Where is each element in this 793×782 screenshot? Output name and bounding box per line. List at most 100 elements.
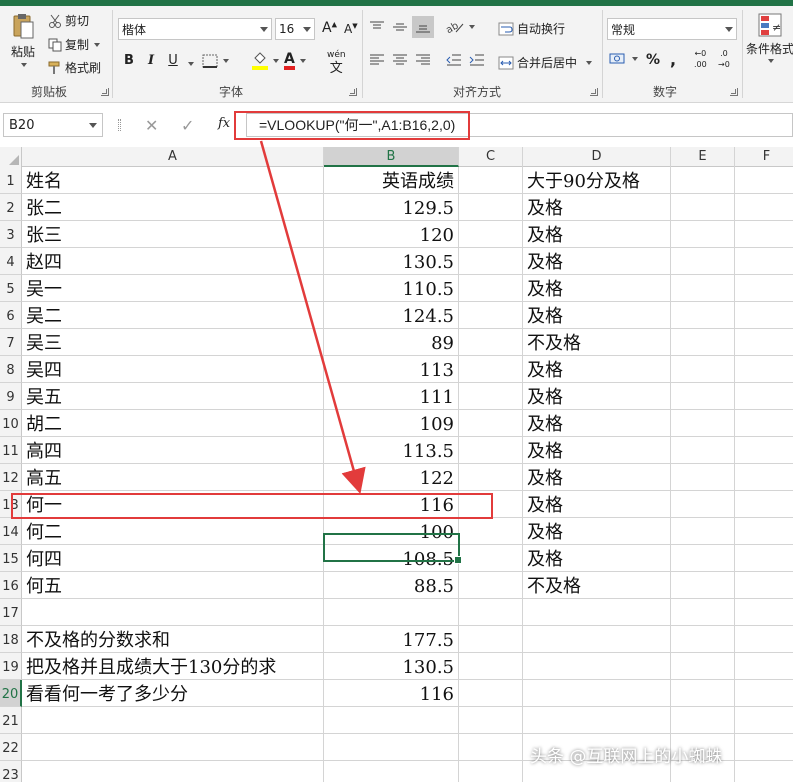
- cell-b[interactable]: 124.5: [324, 302, 459, 329]
- row-header[interactable]: 18: [0, 626, 22, 653]
- cell-b[interactable]: 130.5: [324, 248, 459, 275]
- cell-d[interactable]: 及格: [523, 356, 671, 383]
- cell-c[interactable]: [459, 572, 523, 599]
- paste-dropdown-icon[interactable]: [21, 63, 27, 67]
- row-header[interactable]: 21: [0, 707, 22, 734]
- cell-f[interactable]: [735, 248, 793, 275]
- cell-f[interactable]: [735, 356, 793, 383]
- conditional-formatting-button[interactable]: ≠ 条件格式: [746, 12, 793, 63]
- cell-d[interactable]: 及格: [523, 437, 671, 464]
- cell-a[interactable]: 何四: [22, 545, 324, 572]
- cell-d[interactable]: 及格: [523, 194, 671, 221]
- cell-f[interactable]: [735, 329, 793, 356]
- decrease-decimal-button[interactable]: .0 →0: [718, 50, 730, 69]
- row-header[interactable]: 23: [0, 761, 22, 782]
- cell-b[interactable]: 177.5: [324, 626, 459, 653]
- underline-dropdown-icon[interactable]: [188, 62, 194, 66]
- row-header[interactable]: 15: [0, 545, 22, 572]
- cell-a[interactable]: [22, 734, 324, 761]
- cell-d[interactable]: 不及格: [523, 572, 671, 599]
- cell-d[interactable]: [523, 680, 671, 707]
- cell-c[interactable]: [459, 356, 523, 383]
- fill-color-button[interactable]: [252, 52, 279, 70]
- cell-f[interactable]: [735, 653, 793, 680]
- cell-a[interactable]: 吴二: [22, 302, 324, 329]
- cell-e[interactable]: [671, 275, 735, 302]
- align-middle-button[interactable]: [392, 20, 408, 34]
- cell-c[interactable]: [459, 761, 523, 782]
- cell-a[interactable]: 高四: [22, 437, 324, 464]
- formula-bar-grip[interactable]: [118, 119, 121, 131]
- cell-a[interactable]: 高五: [22, 464, 324, 491]
- cell-d[interactable]: 及格: [523, 491, 671, 518]
- row-header[interactable]: 9: [0, 383, 22, 410]
- phonetic-button[interactable]: wén 文: [327, 50, 346, 75]
- row-header[interactable]: 1: [0, 167, 22, 194]
- cell-f[interactable]: [735, 167, 793, 194]
- cell-c[interactable]: [459, 545, 523, 572]
- cell-f[interactable]: [735, 518, 793, 545]
- cell-b[interactable]: 122: [324, 464, 459, 491]
- cell-c[interactable]: [459, 464, 523, 491]
- cell-c[interactable]: [459, 653, 523, 680]
- cell-e[interactable]: [671, 194, 735, 221]
- cell-a[interactable]: 吴四: [22, 356, 324, 383]
- cell-f[interactable]: [735, 734, 793, 761]
- cell-c[interactable]: [459, 221, 523, 248]
- cell-e[interactable]: [671, 221, 735, 248]
- italic-button[interactable]: I: [141, 52, 161, 70]
- row-header[interactable]: 10: [0, 410, 22, 437]
- number-format-select[interactable]: 常规: [607, 18, 737, 40]
- cell-e[interactable]: [671, 626, 735, 653]
- cell-b[interactable]: 108.5: [324, 545, 459, 572]
- row-header[interactable]: 8: [0, 356, 22, 383]
- column-header-f[interactable]: F: [735, 147, 793, 167]
- cell-f[interactable]: [735, 383, 793, 410]
- wrap-text-button[interactable]: 自动换行: [498, 20, 565, 37]
- cell-b[interactable]: [324, 707, 459, 734]
- cell-a[interactable]: 胡二: [22, 410, 324, 437]
- cell-f[interactable]: [735, 707, 793, 734]
- cell-a[interactable]: [22, 599, 324, 626]
- row-header[interactable]: 16: [0, 572, 22, 599]
- row-header[interactable]: 13: [0, 491, 22, 518]
- cell-c[interactable]: [459, 275, 523, 302]
- cell-f[interactable]: [735, 572, 793, 599]
- cell-e[interactable]: [671, 167, 735, 194]
- cell-a[interactable]: [22, 761, 324, 782]
- row-header[interactable]: 5: [0, 275, 22, 302]
- cell-a[interactable]: 张二: [22, 194, 324, 221]
- cell-d[interactable]: 及格: [523, 221, 671, 248]
- cell-d[interactable]: 不及格: [523, 329, 671, 356]
- cell-b[interactable]: 88.5: [324, 572, 459, 599]
- row-header[interactable]: 20: [0, 680, 22, 707]
- align-center-button[interactable]: [392, 54, 408, 66]
- cell-d[interactable]: 及格: [523, 302, 671, 329]
- cell-b[interactable]: 113.5: [324, 437, 459, 464]
- cancel-entry-button[interactable]: ✕: [145, 116, 158, 135]
- cell-a[interactable]: 吴三: [22, 329, 324, 356]
- cell-d[interactable]: [523, 626, 671, 653]
- copy-button[interactable]: 复制: [48, 36, 101, 53]
- cell-c[interactable]: [459, 626, 523, 653]
- cell-b[interactable]: [324, 599, 459, 626]
- cell-f[interactable]: [735, 626, 793, 653]
- cell-e[interactable]: [671, 329, 735, 356]
- cell-e[interactable]: [671, 680, 735, 707]
- cell-d[interactable]: [523, 707, 671, 734]
- row-header[interactable]: 14: [0, 518, 22, 545]
- worksheet[interactable]: A B C D E F 1 姓名 英语成绩 大于90分及格 2 张二 129.5 及格 3 张三 1…: [0, 147, 793, 782]
- cell-e[interactable]: [671, 248, 735, 275]
- column-header-a[interactable]: A: [22, 147, 324, 167]
- cell-f[interactable]: [735, 275, 793, 302]
- cell-f[interactable]: [735, 680, 793, 707]
- cell-b[interactable]: 100: [324, 518, 459, 545]
- cell-a[interactable]: 赵四: [22, 248, 324, 275]
- row-header[interactable]: 2: [0, 194, 22, 221]
- cell-d[interactable]: 及格: [523, 275, 671, 302]
- row-header[interactable]: 22: [0, 734, 22, 761]
- clipboard-launcher-icon[interactable]: [101, 88, 109, 96]
- cell-f[interactable]: [735, 491, 793, 518]
- cell-c[interactable]: [459, 302, 523, 329]
- cell-f[interactable]: [735, 761, 793, 782]
